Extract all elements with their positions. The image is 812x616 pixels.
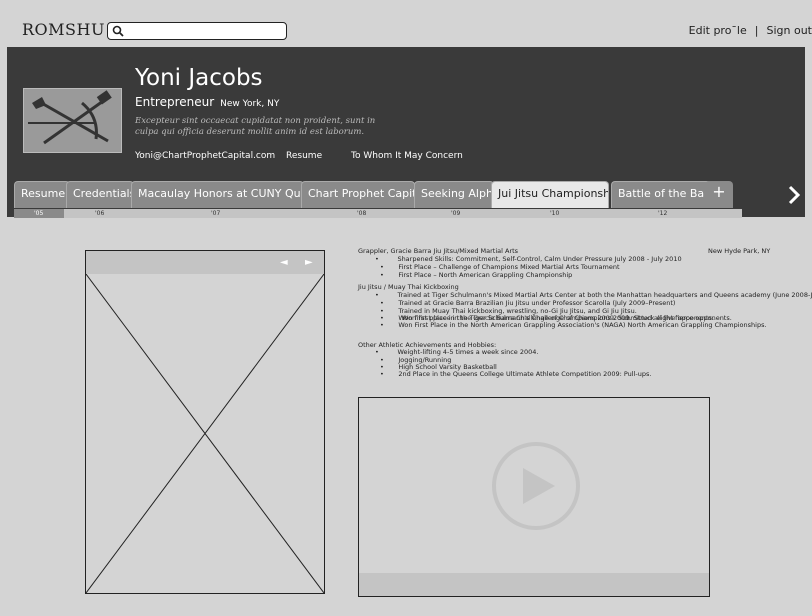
photo-viewer: ◄ ► [85, 250, 325, 594]
video-controls[interactable] [359, 573, 709, 596]
tab-jiu-jitsu[interactable]: Jui Jitsu Championships [491, 181, 609, 208]
timeline-tick: '09 [451, 210, 461, 217]
tab-macaulay-honors[interactable]: Macaulay Honors at CUNY Queens [131, 181, 304, 208]
email-link[interactable]: Yoni@ChartProphetCapital.com [135, 151, 275, 161]
tab-seeking-alpha[interactable]: Seeking Alpha [414, 181, 494, 208]
timeline-tick: '05 [34, 210, 44, 217]
profile-role: Entrepreneur New York, NY [135, 95, 279, 109]
profile-title: Entrepreneur [135, 95, 215, 109]
tools-icon [24, 89, 121, 152]
list-item: • 2nd Place in the Queens College Ultima… [380, 370, 652, 378]
account-links: Edit pro¯le | Sign out [689, 24, 812, 37]
video-player[interactable] [358, 397, 710, 597]
section-location: New Hyde Park, NY [708, 247, 771, 255]
profile-bio: Excepteur sint occaecat cupidatat non pr… [135, 116, 376, 137]
timeline-tick: '10 [550, 210, 560, 217]
tab-credentials[interactable]: Credentials [66, 181, 134, 208]
tab-resume[interactable]: Resume [14, 181, 70, 208]
profile-links: Yoni@ChartProphetCapital.com Resume To W… [135, 151, 471, 161]
next-photo-button[interactable]: ► [305, 257, 313, 268]
resume-link[interactable]: Resume [286, 151, 322, 161]
sign-out-link[interactable]: Sign out [766, 24, 812, 37]
letter-link[interactable]: To Whom It May Concern [351, 151, 463, 161]
timeline-tick: '06 [95, 210, 105, 217]
edit-profile-link[interactable]: Edit pro¯le [689, 24, 747, 37]
profile-location: New York, NY [220, 99, 280, 109]
list-item: • First Place – North American Grappling… [380, 271, 573, 279]
top-bar: ROMSHU Edit pro¯le | Sign out [0, 0, 812, 46]
search-icon [112, 25, 124, 37]
list-item: • Won First Place in the North American … [380, 321, 767, 329]
prev-photo-button[interactable]: ◄ [280, 257, 288, 268]
profile-name: Yoni Jacobs [135, 65, 263, 91]
chevron-right-icon[interactable] [786, 183, 802, 207]
logo[interactable]: ROMSHU [22, 20, 105, 39]
timeline-tick: '08 [357, 210, 367, 217]
avatar [23, 88, 122, 153]
tab-chart-prophet-capital[interactable]: Chart Prophet Capital [301, 181, 415, 208]
add-tab-button[interactable]: + [705, 181, 733, 208]
play-icon[interactable] [491, 441, 581, 531]
image-placeholder [86, 273, 324, 593]
divider: | [754, 24, 759, 37]
timeline-tick: '07 [211, 210, 221, 217]
photo-toolbar [86, 251, 324, 274]
tab-bar: Resume Credentials Macaulay Honors at CU… [7, 181, 805, 209]
timeline-tick: '12 [658, 210, 668, 217]
tab-battle-of-the-bands[interactable]: Battle of the Bands [611, 181, 713, 208]
timeline[interactable]: '05 '06 '07 '08 '09 '10 '12 [14, 209, 742, 218]
search-input[interactable] [107, 22, 287, 40]
